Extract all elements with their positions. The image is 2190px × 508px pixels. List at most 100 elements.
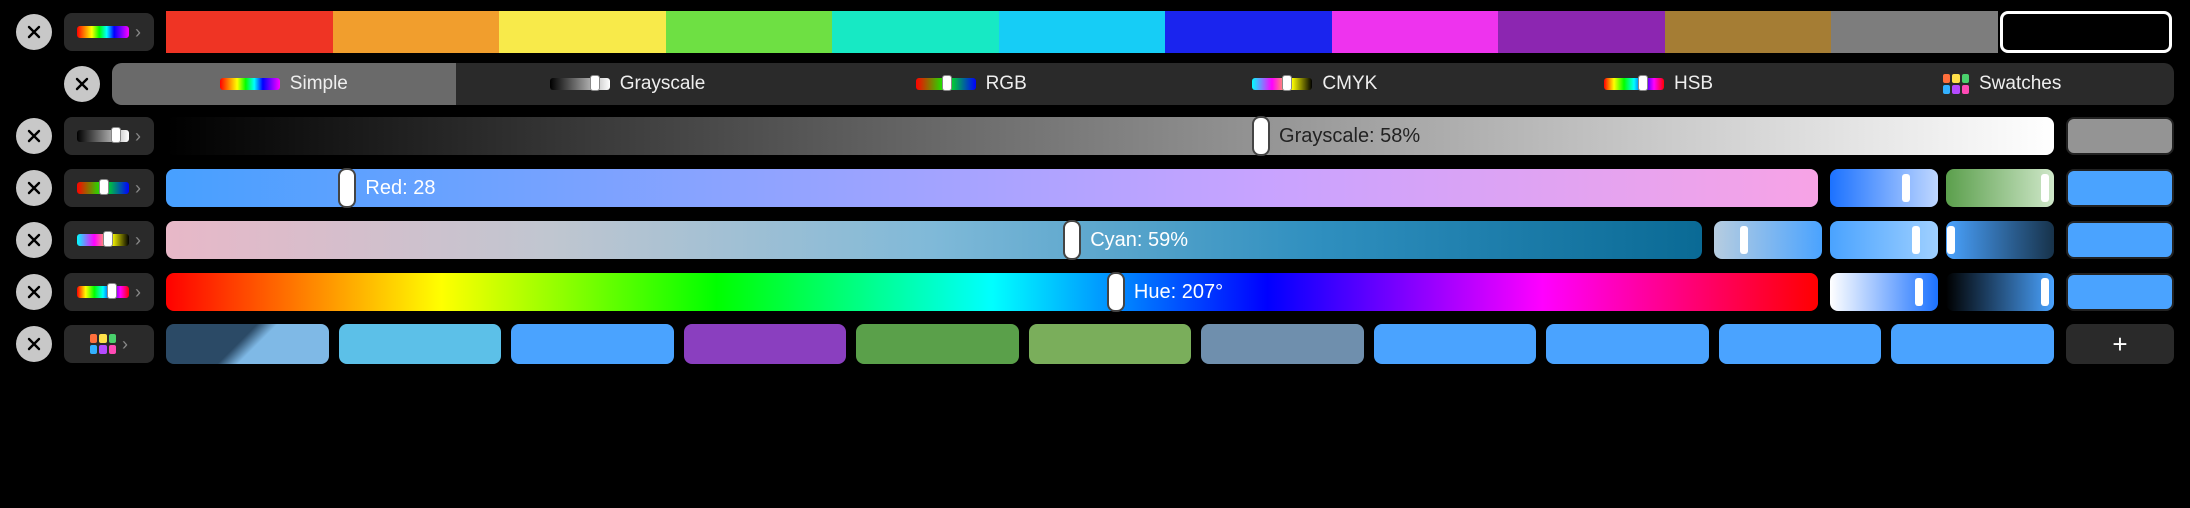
color-mode-button-grayscale[interactable]: › <box>64 117 154 155</box>
cmyk-cyan-slider[interactable]: Cyan: 59% <box>166 221 1702 259</box>
rgb-red-slider[interactable]: Red: 28 <box>166 169 1818 207</box>
rainbow-icon <box>77 26 129 38</box>
simple-swatch[interactable] <box>1831 11 1998 53</box>
saved-swatch[interactable] <box>856 324 1019 364</box>
simple-swatch[interactable] <box>1665 11 1832 53</box>
swatches-icon <box>90 334 116 354</box>
add-swatch-button[interactable]: + <box>2066 324 2174 364</box>
simple-swatch[interactable] <box>1498 11 1665 53</box>
close-icon[interactable] <box>16 326 52 362</box>
slider-value-label: Red: 28 <box>365 177 435 200</box>
slider-value-label: Hue: 207° <box>1134 281 1223 304</box>
saved-swatch[interactable] <box>1029 324 1192 364</box>
tab-label: RGB <box>986 73 1027 95</box>
rainbow-icon <box>220 78 280 90</box>
tab-label: Swatches <box>1979 73 2061 95</box>
saved-swatch[interactable] <box>1891 324 2054 364</box>
simple-swatch[interactable] <box>1332 11 1499 53</box>
simple-swatch[interactable] <box>666 11 833 53</box>
tab-label: CMYK <box>1322 73 1377 95</box>
tab-swatches[interactable]: Swatches <box>1830 63 2174 105</box>
tab-cmyk[interactable]: CMYK <box>1143 63 1487 105</box>
cmyk-icon <box>77 234 129 246</box>
color-mode-tabs: Simple Grayscale RGB CMYK <box>112 63 2174 105</box>
color-mode-button-simple[interactable]: › <box>64 13 154 51</box>
close-icon[interactable] <box>64 66 100 102</box>
tab-simple[interactable]: Simple <box>112 63 456 105</box>
saved-swatch[interactable] <box>1374 324 1537 364</box>
mini-slider[interactable] <box>1946 169 2054 207</box>
cmyk-secondary-sliders <box>1714 221 2054 259</box>
close-icon[interactable] <box>16 118 52 154</box>
mini-slider[interactable] <box>1946 221 2054 259</box>
rgb-icon <box>77 182 129 194</box>
slider-value-label: Grayscale: 58% <box>1279 125 1420 148</box>
simple-swatch[interactable] <box>832 11 999 53</box>
tab-rgb[interactable]: RGB <box>799 63 1143 105</box>
color-mode-button-swatches[interactable]: › <box>64 325 154 363</box>
close-icon[interactable] <box>16 170 52 206</box>
color-mode-button-hsb[interactable]: › <box>64 273 154 311</box>
chevron-right-icon: › <box>135 126 141 147</box>
simple-swatch[interactable] <box>499 11 666 53</box>
grayscale-icon <box>550 78 610 90</box>
touchbar-row-rgb: › Red: 28 <box>0 164 2190 212</box>
touchbar-row-swatches: › + <box>0 320 2190 368</box>
plus-icon: + <box>2112 329 2127 360</box>
touchbar-row-grayscale: › Grayscale: 58% <box>0 112 2190 160</box>
saved-swatches <box>166 324 2054 364</box>
close-icon[interactable] <box>16 14 52 50</box>
tab-label: Grayscale <box>620 73 706 95</box>
simple-color-swatches <box>166 11 2174 53</box>
grayscale-slider[interactable]: Grayscale: 58% <box>166 117 2054 155</box>
color-mode-button-cmyk[interactable]: › <box>64 221 154 259</box>
color-preview <box>2066 169 2174 207</box>
simple-swatch[interactable] <box>2000 11 2173 53</box>
simple-swatch[interactable] <box>999 11 1166 53</box>
saved-swatch[interactable] <box>166 324 329 364</box>
saved-swatch[interactable] <box>1201 324 1364 364</box>
mini-slider[interactable] <box>1830 273 1938 311</box>
close-icon[interactable] <box>16 274 52 310</box>
color-preview <box>2066 273 2174 311</box>
rgb-secondary-sliders <box>1830 169 2054 207</box>
touchbar-row-tabs: Simple Grayscale RGB CMYK <box>0 60 2190 108</box>
saved-swatch[interactable] <box>1719 324 1882 364</box>
simple-swatch[interactable] <box>333 11 500 53</box>
tab-grayscale[interactable]: Grayscale <box>456 63 800 105</box>
chevron-right-icon: › <box>122 334 128 355</box>
touchbar-row-hsb: › Hue: 207° <box>0 268 2190 316</box>
touchbar-row-simple: › <box>0 8 2190 56</box>
tab-label: HSB <box>1674 73 1713 95</box>
tab-label: Simple <box>290 73 348 95</box>
mini-slider[interactable] <box>1714 221 1822 259</box>
chevron-right-icon: › <box>135 230 141 251</box>
saved-swatch[interactable] <box>1546 324 1709 364</box>
tab-hsb[interactable]: HSB <box>1487 63 1831 105</box>
close-icon[interactable] <box>16 222 52 258</box>
chevron-right-icon: › <box>135 22 141 43</box>
color-mode-button-rgb[interactable]: › <box>64 169 154 207</box>
mini-slider[interactable] <box>1830 169 1938 207</box>
simple-swatch[interactable] <box>1165 11 1332 53</box>
hsb-icon <box>1604 78 1664 90</box>
rgb-icon <box>916 78 976 90</box>
hsb-secondary-sliders <box>1830 273 2054 311</box>
saved-swatch[interactable] <box>511 324 674 364</box>
cmyk-icon <box>1252 78 1312 90</box>
touchbar-row-cmyk: › Cyan: 59% <box>0 216 2190 264</box>
chevron-right-icon: › <box>135 178 141 199</box>
grayscale-icon <box>77 130 129 142</box>
hsb-hue-slider[interactable]: Hue: 207° <box>166 273 1818 311</box>
color-preview <box>2066 117 2174 155</box>
slider-value-label: Cyan: 59% <box>1090 229 1188 252</box>
mini-slider[interactable] <box>1830 221 1938 259</box>
hsb-icon <box>77 286 129 298</box>
chevron-right-icon: › <box>135 282 141 303</box>
saved-swatch[interactable] <box>339 324 502 364</box>
color-preview <box>2066 221 2174 259</box>
simple-swatch[interactable] <box>166 11 333 53</box>
saved-swatch[interactable] <box>684 324 847 364</box>
mini-slider[interactable] <box>1946 273 2054 311</box>
swatches-icon <box>1943 74 1969 94</box>
